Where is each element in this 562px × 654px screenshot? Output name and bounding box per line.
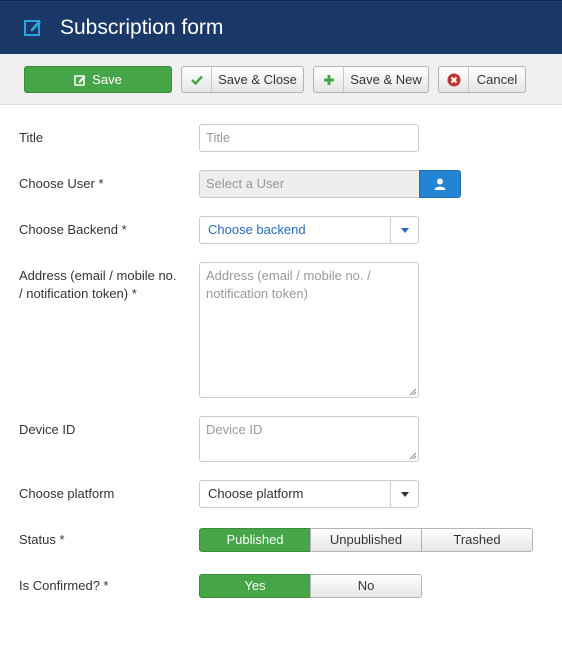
platform-label: Choose platform	[19, 486, 115, 501]
backend-label: Choose Backend *	[19, 222, 127, 237]
confirmed-label: Is Confirmed? *	[19, 578, 109, 593]
page-title: Subscription form	[60, 16, 224, 39]
platform-select-value: Choose platform	[208, 486, 304, 501]
cancel-label: Cancel	[476, 72, 518, 87]
status-label: Status *	[19, 532, 65, 547]
plus-icon	[323, 74, 334, 85]
platform-select[interactable]: Choose platform	[199, 480, 419, 508]
select-user-button[interactable]	[419, 170, 461, 198]
save-new-label: Save & New	[350, 72, 422, 87]
chevron-down-icon	[400, 227, 409, 233]
check-icon	[190, 75, 203, 85]
chevron-down-icon	[400, 491, 409, 497]
device-id-textarea[interactable]: Device ID	[199, 416, 419, 462]
user-icon	[434, 178, 446, 190]
save-button[interactable]: Save	[24, 66, 172, 93]
cancel-button[interactable]: Cancel	[438, 66, 526, 93]
cancel-icon	[447, 73, 460, 86]
resize-handle-icon[interactable]	[409, 452, 417, 460]
toolbar: Save Save & Close Save & New Cancel	[0, 54, 562, 105]
edit-icon	[24, 20, 41, 36]
status-published-option[interactable]: Published	[199, 528, 311, 552]
address-label: Address (email / mobile no. / notificati…	[19, 268, 177, 301]
save-close-label: Save & Close	[218, 72, 297, 87]
backend-select-value: Choose backend	[208, 222, 306, 237]
user-field[interactable]: Select a User	[199, 170, 419, 198]
resize-handle-icon[interactable]	[409, 388, 417, 396]
save-close-button[interactable]: Save & Close	[181, 66, 304, 93]
title-input[interactable]: Title	[199, 124, 419, 152]
confirmed-yes-option[interactable]: Yes	[199, 574, 311, 598]
status-unpublished-option[interactable]: Unpublished	[310, 528, 422, 552]
address-textarea[interactable]: Address (email / mobile no. / notificati…	[199, 262, 419, 398]
user-label: Choose User *	[19, 176, 104, 191]
status-trashed-option[interactable]: Trashed	[421, 528, 533, 552]
title-label: Title	[19, 130, 44, 145]
status-toggle-group: Published Unpublished Trashed	[199, 528, 533, 552]
confirmed-no-option[interactable]: No	[310, 574, 422, 598]
device-label: Device ID	[19, 422, 76, 437]
page-header: Subscription form	[0, 0, 562, 54]
edit-icon	[74, 74, 86, 86]
save-new-button[interactable]: Save & New	[313, 66, 429, 93]
confirmed-toggle-group: Yes No	[199, 574, 422, 598]
backend-select[interactable]: Choose backend	[199, 216, 419, 244]
save-label: Save	[92, 72, 122, 87]
